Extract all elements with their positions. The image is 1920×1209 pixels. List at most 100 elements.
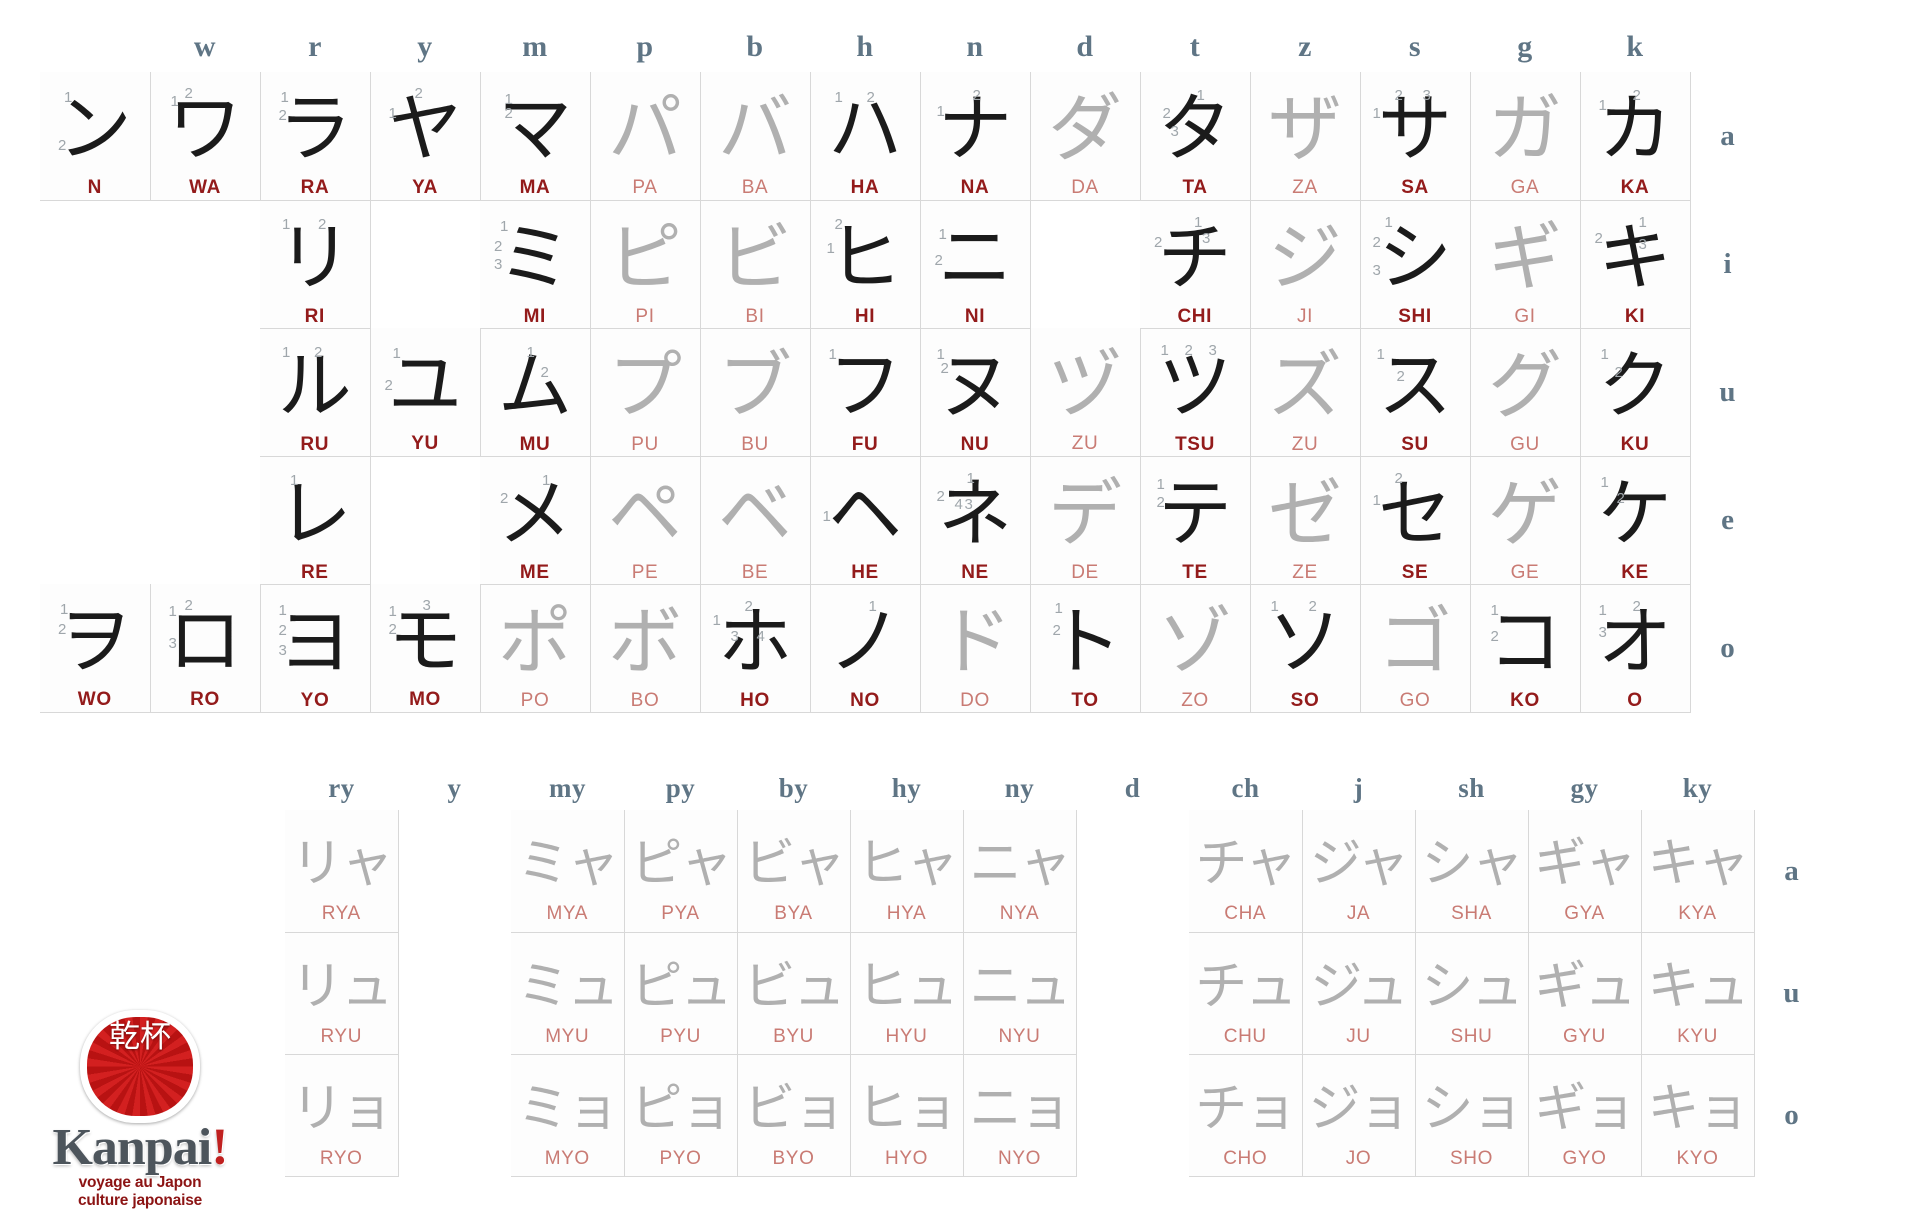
kana-cell[interactable]: ミ MI 1 2 3 xyxy=(480,200,591,329)
kana-cell[interactable]: ナ NA 1 2 xyxy=(920,72,1031,201)
kana-cell[interactable]: ヒ HI 1 2 xyxy=(810,200,921,329)
kana-cell[interactable]: ピュ PYU xyxy=(624,932,738,1055)
kana-cell[interactable]: リ RI 1 2 xyxy=(260,200,371,329)
kana-cell[interactable]: ボ BO xyxy=(590,584,701,713)
kanpai-logo[interactable]: 乾杯 Kanpai! voyage au Japon culture japon… xyxy=(40,1010,240,1209)
kana-cell[interactable]: ンN12 xyxy=(40,72,151,201)
kana-cell[interactable]: ペ PE xyxy=(590,456,701,585)
kana-cell[interactable]: ド DO xyxy=(920,584,1031,713)
kana-cell[interactable]: ラ RA 1 2 xyxy=(260,72,371,201)
kana-cell[interactable]: ト TO 1 2 xyxy=(1030,584,1141,713)
kana-cell[interactable]: コ KO 1 2 xyxy=(1470,584,1581,713)
kana-cell[interactable]: キャ KYA xyxy=(1641,810,1755,933)
kana-cell[interactable]: ヤ YA 1 2 xyxy=(370,72,481,201)
kana-cell[interactable]: ニュ NYU xyxy=(963,932,1077,1055)
kana-cell[interactable]: シュ SHU xyxy=(1415,932,1529,1055)
kana-cell[interactable]: ニャ NYA xyxy=(963,810,1077,933)
kana-cell[interactable]: リョ RYO xyxy=(285,1054,399,1177)
kana-cell[interactable]: ヘ HE 1 xyxy=(810,456,921,585)
kana-cell[interactable]: ス SU 1 2 xyxy=(1360,328,1471,457)
kana-cell[interactable]: ハ HA 1 2 xyxy=(810,72,921,201)
kana-cell[interactable]: ツ TSU 1 2 3 xyxy=(1140,328,1251,457)
kana-cell[interactable]: デ DE xyxy=(1030,456,1141,585)
kana-cell[interactable]: ビュ BYU xyxy=(737,932,851,1055)
kana-cell[interactable]: ネ NE 1 2 3 4 xyxy=(920,456,1031,585)
kana-cell[interactable]: ゴ GO xyxy=(1360,584,1471,713)
kana-cell[interactable]: ジ JI xyxy=(1250,200,1361,329)
kana-cell[interactable]: ノ NO 1 xyxy=(810,584,921,713)
kana-cell[interactable]: ギュ GYU xyxy=(1528,932,1642,1055)
kana-cell[interactable]: ダ DA xyxy=(1030,72,1141,201)
kana-cell[interactable]: テ TE 1 2 xyxy=(1140,456,1251,585)
kana-cell[interactable]: キョ KYO xyxy=(1641,1054,1755,1177)
kana-cell[interactable]: バ BA xyxy=(700,72,811,201)
kana-cell[interactable]: ポ PO xyxy=(480,584,591,713)
kana-cell[interactable]: ミャ MYA xyxy=(511,810,625,933)
kana-cell[interactable]: ク KU 1 2 xyxy=(1580,328,1691,457)
kana-cell[interactable]: ニ NI 1 2 xyxy=(920,200,1031,329)
kana-cell[interactable]: カ KA 1 2 xyxy=(1580,72,1691,201)
kana-cell[interactable]: キュ KYU xyxy=(1641,932,1755,1055)
kana-cell[interactable]: レ RE 1 xyxy=(260,456,371,585)
kana-cell[interactable]: シャ SHA xyxy=(1415,810,1529,933)
kana-cell[interactable]: ショ SHO xyxy=(1415,1054,1529,1177)
kana-cell[interactable]: ピャ PYA xyxy=(624,810,738,933)
kana-cell[interactable]: ビャ BYA xyxy=(737,810,851,933)
kana-cell[interactable]: チャ CHA xyxy=(1189,810,1303,933)
kana-cell[interactable]: ザ ZA xyxy=(1250,72,1361,201)
kana-cell[interactable]: キ KI 1 2 3 xyxy=(1580,200,1691,329)
kana-cell[interactable]: ム MU 1 2 xyxy=(480,328,591,457)
kana-cell[interactable]: サ SA 1 2 3 xyxy=(1360,72,1471,201)
kana-cell[interactable]: ピ PI xyxy=(590,200,701,329)
kana-cell[interactable]: ギャ GYA xyxy=(1528,810,1642,933)
kana-cell[interactable]: メ ME 1 2 xyxy=(480,456,591,585)
kana-cell[interactable]: ビ BI xyxy=(700,200,811,329)
kana-cell[interactable]: ミュ MYU xyxy=(511,932,625,1055)
kana-cell[interactable]: ユ YU 1 2 xyxy=(370,328,481,457)
kana-cell[interactable]: チョ CHO xyxy=(1189,1054,1303,1177)
kana-cell[interactable]: ヒョ HYO xyxy=(850,1054,964,1177)
kana-cell[interactable]: ホ HO 1 2 3 4 xyxy=(700,584,811,713)
kana-cell[interactable]: オO123 xyxy=(1580,584,1691,713)
kana-cell[interactable]: プ PU xyxy=(590,328,701,457)
kana-cell[interactable]: ヅ ZU xyxy=(1030,328,1141,457)
kana-cell[interactable]: ゼ ZE xyxy=(1250,456,1361,585)
kana-cell[interactable]: マ MA 1 2 xyxy=(480,72,591,201)
kana-cell[interactable]: チュ CHU xyxy=(1189,932,1303,1055)
kana-cell[interactable]: ギ GI xyxy=(1470,200,1581,329)
kana-cell[interactable]: ニョ NYO xyxy=(963,1054,1077,1177)
kana-cell[interactable]: ガ GA xyxy=(1470,72,1581,201)
kana-cell[interactable]: ヨ YO 1 2 3 xyxy=(260,584,371,713)
kana-cell[interactable]: ズ ZU xyxy=(1250,328,1361,457)
kana-cell[interactable]: セ SE 1 2 xyxy=(1360,456,1471,585)
kana-cell[interactable]: ブ BU xyxy=(700,328,811,457)
kana-cell[interactable]: チ CHI 1 2 3 xyxy=(1140,200,1251,329)
kana-cell[interactable]: ビョ BYO xyxy=(737,1054,851,1177)
kana-cell[interactable]: ヒャ HYA xyxy=(850,810,964,933)
kana-cell[interactable]: ミョ MYO xyxy=(511,1054,625,1177)
kana-cell[interactable]: ソ SO 1 2 xyxy=(1250,584,1361,713)
kana-cell[interactable]: モ MO 1 2 3 xyxy=(370,584,481,713)
kana-cell[interactable]: リャ RYA xyxy=(285,810,399,933)
kana-cell[interactable]: ワ WA 1 2 xyxy=(150,72,261,201)
kana-cell[interactable]: パ PA xyxy=(590,72,701,201)
kana-cell[interactable]: ゲ GE xyxy=(1470,456,1581,585)
kana-cell[interactable]: ヒュ HYU xyxy=(850,932,964,1055)
kana-cell[interactable]: ベ BE xyxy=(700,456,811,585)
kana-cell[interactable]: ゾ ZO xyxy=(1140,584,1251,713)
kana-cell[interactable]: シ SHI 1 2 3 xyxy=(1360,200,1471,329)
kana-cell[interactable]: ヲ WO 1 2 xyxy=(40,584,151,713)
kana-cell[interactable]: ル RU 1 2 xyxy=(260,328,371,457)
kana-cell[interactable]: ピョ PYO xyxy=(624,1054,738,1177)
kana-cell[interactable]: リュ RYU xyxy=(285,932,399,1055)
kana-cell[interactable]: ギョ GYO xyxy=(1528,1054,1642,1177)
kana-cell[interactable]: ジュ JU xyxy=(1302,932,1416,1055)
kana-cell[interactable]: ケ KE 1 2 xyxy=(1580,456,1691,585)
kana-cell[interactable]: タ TA 1 2 3 xyxy=(1140,72,1251,201)
kana-cell[interactable]: フ FU 1 xyxy=(810,328,921,457)
kana-cell[interactable]: グ GU xyxy=(1470,328,1581,457)
kana-cell[interactable]: ジョ JO xyxy=(1302,1054,1416,1177)
kana-cell[interactable]: ヌ NU 1 2 xyxy=(920,328,1031,457)
kana-cell[interactable]: ジャ JA xyxy=(1302,810,1416,933)
kana-cell[interactable]: ロ RO 1 2 3 xyxy=(150,584,261,713)
